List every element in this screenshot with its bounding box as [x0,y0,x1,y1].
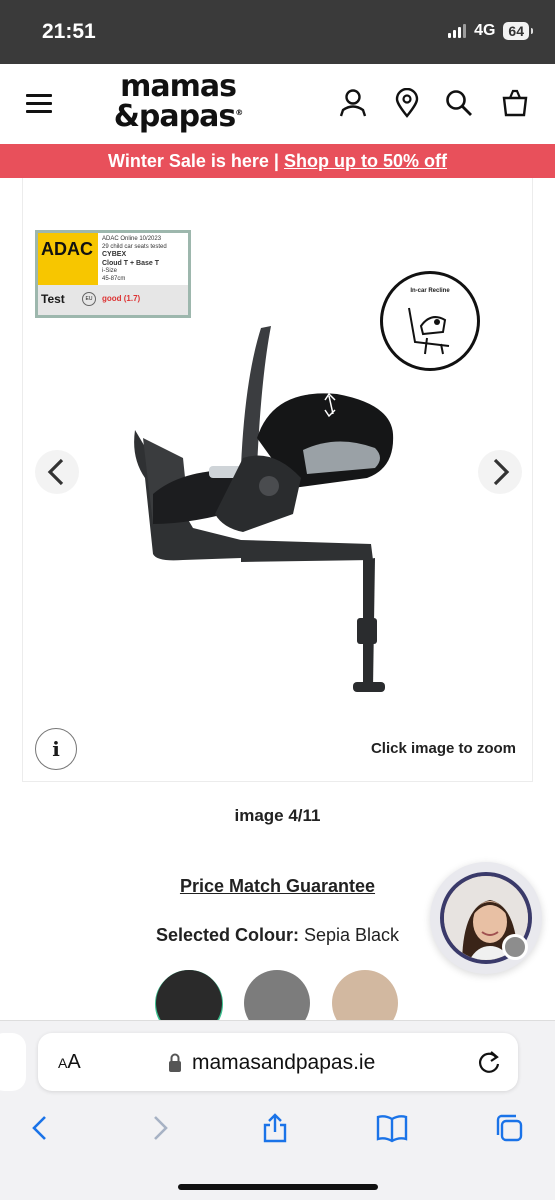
tabs-icon[interactable] [494,1113,524,1143]
signal-icon [448,24,467,38]
forward-icon[interactable] [144,1113,174,1143]
zoom-hint[interactable]: Click image to zoom [371,740,516,757]
promo-link[interactable]: Shop up to 50% off [284,151,447,171]
chevron-left-icon [47,458,64,486]
back-icon[interactable] [26,1113,56,1143]
selected-colour-label: Selected Colour: [155,925,299,945]
network-label: 4G [474,22,496,39]
status-indicators: 4G 64 [448,22,533,40]
eu-icon: EU [82,292,96,306]
recline-label: In-car Recline [410,288,450,294]
browser-chrome: AA mamasandpapas.ie [0,1020,555,1200]
lock-icon [169,1053,181,1072]
adac-rating: good (1.7) [102,294,141,303]
previous-image-button[interactable] [35,450,79,494]
reload-icon[interactable] [476,1049,502,1075]
url-text: mamasandpapas.ie [192,1051,376,1074]
product-image-gallery[interactable]: ADAC ADAC Online 10/2023 29 child car se… [22,178,533,782]
image-counter: image 4/11 [234,806,321,825]
product-image[interactable] [123,318,403,698]
logo[interactable]: mamas &papas® [108,69,248,134]
battery-icon: 64 [503,22,533,40]
adac-test-badge: ADAC ADAC Online 10/2023 29 child car se… [35,230,191,318]
adac-test-label: Test [41,292,65,306]
adac-logo: ADAC [38,233,98,285]
status-dot [502,934,528,960]
live-chat-button[interactable] [430,862,542,974]
logo-line1: mamas [120,69,237,104]
logo-line2: &papas® [113,99,243,134]
promo-text: Winter Sale is here | [108,151,284,171]
status-time: 21:51 [42,20,96,43]
selected-colour-value: Sepia Black [298,925,400,945]
share-icon[interactable] [260,1113,290,1143]
home-indicator [178,1184,378,1190]
address-bar[interactable]: AA mamasandpapas.ie [38,1033,518,1091]
car-seat-recline-icon [408,307,450,355]
store-locator-icon[interactable] [392,87,422,118]
bookmarks-icon[interactable] [376,1113,408,1143]
info-button[interactable]: i [35,728,77,770]
promo-banner: Winter Sale is here | Shop up to 50% off [0,144,555,178]
next-image-button[interactable] [478,450,522,494]
menu-icon[interactable] [26,94,52,114]
search-icon[interactable] [444,88,474,118]
adac-details: ADAC Online 10/2023 29 child car seats t… [102,236,167,282]
adac-rating-row: Test EU good (1.7) [38,285,188,315]
previous-tab-edge[interactable] [0,1033,26,1091]
account-icon[interactable] [338,88,368,118]
basket-icon[interactable] [500,88,530,118]
status-bar: 21:51 4G 64 [0,0,555,64]
chevron-right-icon [493,458,510,486]
reader-settings-button[interactable]: AA [58,1051,81,1074]
site-header: mamas &papas® [0,64,555,144]
